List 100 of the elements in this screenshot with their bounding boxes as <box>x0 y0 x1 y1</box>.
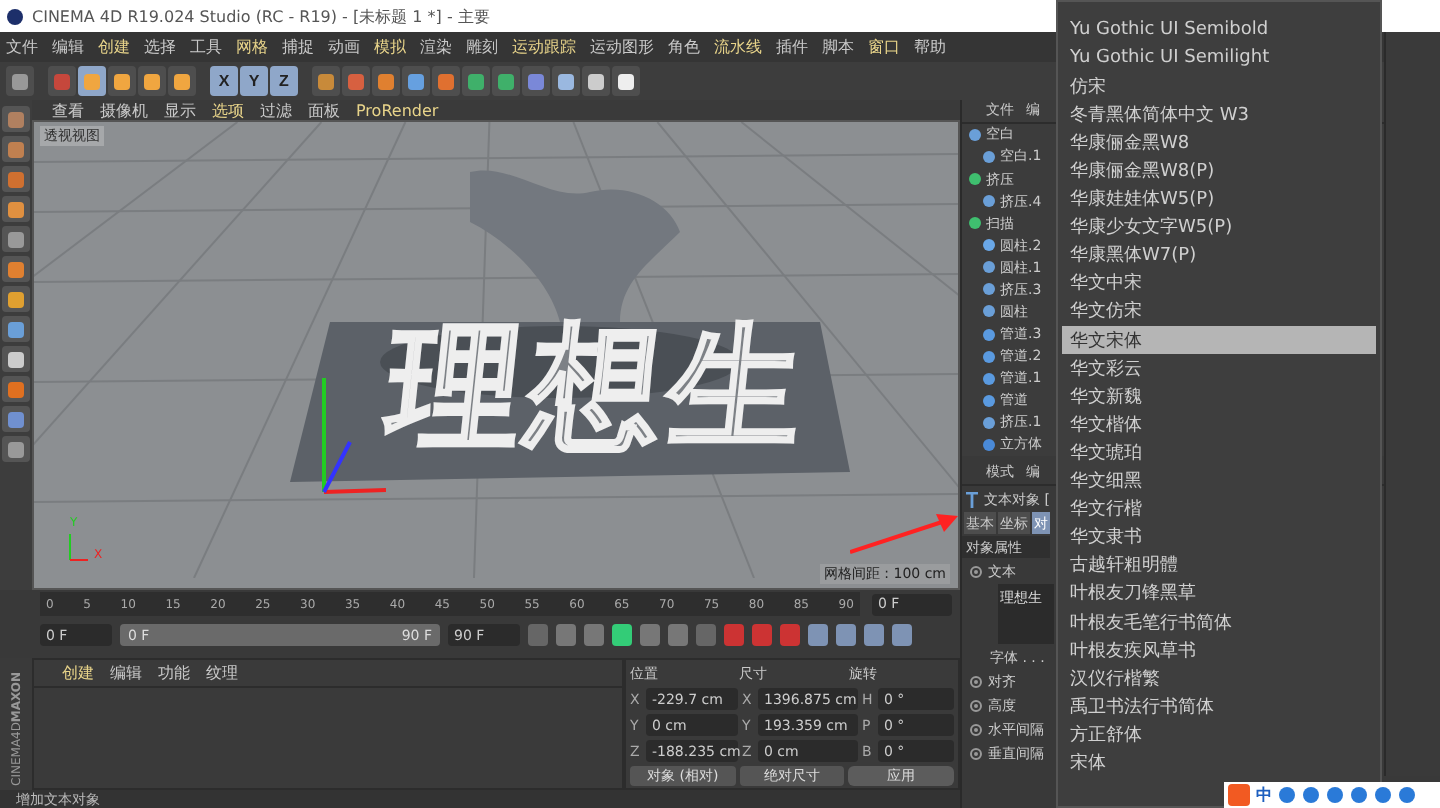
tool-button[interactable] <box>372 66 400 96</box>
menu-item[interactable]: 网格 <box>236 36 268 58</box>
material-menu-item[interactable]: 创建 <box>62 662 94 684</box>
playback-button[interactable] <box>780 624 800 646</box>
font-option[interactable]: 华文行楷 <box>1062 495 1376 524</box>
side-tool-button[interactable] <box>2 376 30 402</box>
viewport-menu-item[interactable]: 查看 <box>52 99 84 121</box>
viewport-menu-item[interactable]: 面板 <box>308 99 340 121</box>
font-option[interactable]: 华文楷体 <box>1062 410 1376 439</box>
viewport-menu-item[interactable]: 摄像机 <box>100 99 148 121</box>
menu-item[interactable]: 工具 <box>190 36 222 58</box>
menu-item[interactable]: 流水线 <box>714 36 762 58</box>
font-option[interactable]: 华文中宋 <box>1062 269 1376 298</box>
menu-item[interactable]: 捕捉 <box>282 36 314 58</box>
viewport-menu-item[interactable]: 显示 <box>164 99 196 121</box>
material-menu-item[interactable]: 编辑 <box>110 662 142 684</box>
side-tool-button[interactable] <box>2 106 30 132</box>
font-option[interactable]: 仿宋 <box>1062 72 1376 101</box>
playback-button[interactable] <box>612 624 632 646</box>
menu-item[interactable]: 窗口 <box>868 36 900 58</box>
viewport-menu-item[interactable]: 过滤 <box>260 99 292 121</box>
playback-button[interactable] <box>584 624 604 646</box>
menu-item[interactable]: 文件 <box>6 36 38 58</box>
side-tool-button[interactable] <box>2 166 30 192</box>
menu-item[interactable]: 编辑 <box>52 36 84 58</box>
tool-button[interactable] <box>402 66 430 96</box>
tool-button[interactable] <box>138 66 166 96</box>
font-option[interactable]: 叶根友毛笔行书简体 <box>1062 607 1376 637</box>
tool-button[interactable] <box>168 66 196 96</box>
side-tool-button[interactable] <box>2 406 30 432</box>
font-option[interactable]: 古越轩粗明體 <box>1062 551 1376 580</box>
menu-item[interactable]: 渲染 <box>420 36 452 58</box>
menu-item[interactable]: 选择 <box>144 36 176 58</box>
font-option[interactable]: 华文宋体 <box>1062 326 1376 355</box>
side-tool-button[interactable] <box>2 196 30 222</box>
playback-button[interactable] <box>668 624 688 646</box>
font-option[interactable]: 华文仿宋 <box>1062 297 1376 327</box>
font-option[interactable]: 汉仪行楷繁 <box>1062 664 1376 693</box>
font-option[interactable]: 华文琥珀 <box>1062 438 1376 467</box>
font-option[interactable]: 华康俪金黑W8 <box>1062 128 1376 157</box>
menu-item[interactable]: 雕刻 <box>466 36 498 58</box>
menu-item[interactable]: 运动图形 <box>590 36 654 58</box>
font-option[interactable]: 宋体 <box>1062 748 1376 778</box>
tool-button[interactable] <box>612 66 640 96</box>
font-option[interactable]: 华康娃娃体W5(P) <box>1062 185 1376 214</box>
font-option[interactable]: 方正舒体 <box>1062 720 1376 749</box>
font-option[interactable]: 华康黑体W7(P) <box>1062 241 1376 270</box>
keyframe-icon[interactable] <box>970 565 982 577</box>
menu-item[interactable]: 插件 <box>776 36 808 58</box>
tool-button[interactable] <box>462 66 490 96</box>
playback-button[interactable] <box>752 624 772 646</box>
menu-item[interactable]: 角色 <box>668 36 700 58</box>
playback-button[interactable] <box>808 624 828 646</box>
font-option[interactable]: 华文新魏 <box>1062 382 1376 411</box>
tool-button[interactable] <box>108 66 136 96</box>
tool-button[interactable] <box>552 66 580 96</box>
ime-mode-label[interactable]: 中 <box>1256 784 1272 806</box>
playback-button[interactable] <box>528 624 548 646</box>
material-menu-item[interactable]: 纹理 <box>206 662 238 684</box>
font-option[interactable]: Yu Gothic UI Semibold <box>1062 16 1376 45</box>
side-tool-button[interactable] <box>2 436 30 462</box>
side-tool-button[interactable] <box>2 316 30 342</box>
font-option[interactable]: 冬青黑体简体中文 W3 <box>1062 100 1376 129</box>
axis-button[interactable]: Y <box>240 66 268 96</box>
playback-button[interactable] <box>864 624 884 646</box>
font-option[interactable]: 叶根友疾风草书 <box>1062 636 1376 665</box>
menu-item[interactable]: 创建 <box>98 36 130 58</box>
material-menu-item[interactable]: 功能 <box>158 662 190 684</box>
tool-button[interactable] <box>582 66 610 96</box>
axis-button[interactable]: Z <box>270 66 298 96</box>
playback-button[interactable] <box>892 624 912 646</box>
playback-button[interactable] <box>556 624 576 646</box>
playback-button[interactable] <box>836 624 856 646</box>
side-tool-button[interactable] <box>2 136 30 162</box>
frame-range-slider[interactable] <box>120 624 440 646</box>
font-option[interactable]: 华文细黑 <box>1062 467 1376 496</box>
menu-item[interactable]: 运动跟踪 <box>512 36 576 58</box>
axis-button[interactable]: X <box>210 66 238 96</box>
menu-item[interactable]: 脚本 <box>822 36 854 58</box>
font-option[interactable]: 华康俪金黑W8(P) <box>1062 156 1376 186</box>
font-option[interactable]: 华康少女文字W5(P) <box>1062 213 1376 242</box>
playback-button[interactable] <box>696 624 716 646</box>
playback-button[interactable] <box>724 624 744 646</box>
viewport-menu-item[interactable]: 选项 <box>212 99 244 121</box>
font-option[interactable]: 禹卫书法行书简体 <box>1062 692 1376 721</box>
tool-button[interactable] <box>492 66 520 96</box>
playback-button[interactable] <box>640 624 660 646</box>
font-option[interactable]: Yu Gothic UI Semilight <box>1062 44 1376 73</box>
menu-item[interactable]: 帮助 <box>914 36 946 58</box>
menu-item[interactable]: 模拟 <box>374 36 406 58</box>
font-option[interactable]: 华文隶书 <box>1062 523 1376 552</box>
side-tool-button[interactable] <box>2 346 30 372</box>
side-tool-button[interactable] <box>2 286 30 312</box>
viewport-menu-item[interactable]: ProRender <box>356 101 439 119</box>
side-tool-button[interactable] <box>2 226 30 252</box>
font-option[interactable]: 叶根友刀锋黑草 <box>1062 579 1376 608</box>
menu-item[interactable]: 动画 <box>328 36 360 58</box>
undo-button[interactable] <box>6 66 34 96</box>
side-tool-button[interactable] <box>2 256 30 282</box>
font-option[interactable]: 华文彩云 <box>1062 354 1376 383</box>
